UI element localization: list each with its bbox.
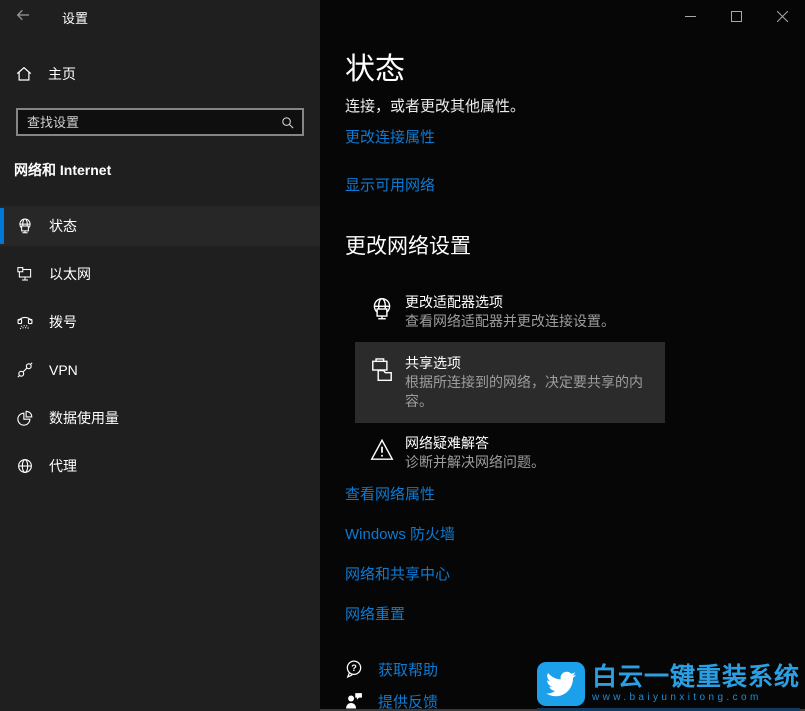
setting-item-change-adapter-options[interactable]: 更改适配器选项 查看网络适配器并更改连接设置。 bbox=[345, 290, 805, 334]
link-network-reset[interactable]: 网络重置 bbox=[345, 606, 805, 624]
section-heading: 更改网络设置 bbox=[345, 235, 805, 258]
proxy-globe-icon bbox=[16, 457, 34, 475]
sidebar-item-label: 代理 bbox=[49, 456, 77, 476]
link-network-sharing-center[interactable]: 网络和共享中心 bbox=[345, 566, 805, 584]
watermark-title: 白云一键重装系统 bbox=[592, 664, 800, 691]
settings-window: 设置 主页 网络和 Internet bbox=[0, 0, 805, 711]
back-button[interactable] bbox=[0, 0, 46, 34]
bottom-links: 查看网络属性 Windows 防火墙 网络和共享中心 网络重置 bbox=[345, 486, 805, 624]
setting-title: 更改适配器选项 bbox=[405, 293, 615, 312]
search-input[interactable] bbox=[18, 115, 272, 130]
give-feedback-link[interactable]: 提供反馈 bbox=[344, 690, 438, 711]
adapter-globe-monitor-icon bbox=[369, 296, 395, 322]
setting-description: 根据所连接到的网络，决定要共享的内容。 bbox=[405, 373, 665, 411]
sidebar-item-label: VPN bbox=[49, 362, 78, 378]
sidebar: 设置 主页 网络和 Internet bbox=[0, 0, 320, 711]
search-icon[interactable] bbox=[272, 110, 302, 134]
watermark-overlay: 白云一键重装系统 www.baiyunxitong.com bbox=[537, 662, 800, 711]
setting-item-network-troubleshooter[interactable]: 网络疑难解答 诊断并解决网络问题。 bbox=[345, 431, 805, 475]
dialup-phone-icon bbox=[16, 313, 34, 331]
sidebar-item-dialup[interactable]: 拨号 bbox=[0, 302, 320, 342]
page-subtitle: 连接，或者更改其他属性。 bbox=[345, 98, 805, 115]
page-title: 状态 bbox=[345, 55, 805, 85]
app-title: 设置 bbox=[62, 8, 88, 27]
get-help-label: 获取帮助 bbox=[378, 659, 438, 680]
sidebar-item-data-usage[interactable]: 数据使用量 bbox=[0, 398, 320, 438]
search-box bbox=[16, 108, 304, 136]
sidebar-titlebar: 设置 bbox=[0, 0, 320, 34]
globe-monitor-icon bbox=[16, 217, 34, 235]
get-help-link[interactable]: ? 获取帮助 bbox=[344, 658, 438, 680]
window-controls bbox=[667, 0, 805, 32]
twitter-bird-icon bbox=[537, 662, 585, 706]
sidebar-item-ethernet[interactable]: 以太网 bbox=[0, 254, 320, 294]
setting-description: 诊断并解决网络问题。 bbox=[405, 453, 545, 472]
main-area: 状态 连接，或者更改其他属性。 更改连接属性 显示可用网络 更改网络设置 bbox=[320, 55, 805, 624]
sharing-printer-folder-icon bbox=[369, 357, 395, 383]
link-change-connection-properties[interactable]: 更改连接属性 bbox=[345, 129, 805, 147]
link-windows-firewall[interactable]: Windows 防火墙 bbox=[345, 526, 805, 544]
setting-title: 共享选项 bbox=[405, 354, 665, 373]
sidebar-item-vpn[interactable]: VPN bbox=[0, 350, 320, 390]
maximize-button[interactable] bbox=[713, 0, 759, 32]
link-show-available-networks[interactable]: 显示可用网络 bbox=[345, 177, 805, 195]
sidebar-item-home[interactable]: 主页 bbox=[0, 56, 320, 92]
sidebar-item-label: 以太网 bbox=[49, 264, 91, 284]
setting-item-sharing-options[interactable]: 共享选项 根据所连接到的网络，决定要共享的内容。 bbox=[355, 342, 665, 423]
sidebar-nav: 状态 以太网 bbox=[0, 206, 320, 486]
feedback-person-icon bbox=[344, 691, 364, 711]
link-view-network-properties[interactable]: 查看网络属性 bbox=[345, 486, 805, 504]
watermark-url: www.baiyunxitong.com bbox=[592, 692, 800, 704]
sidebar-item-label: 状态 bbox=[49, 216, 77, 236]
minimize-button[interactable] bbox=[667, 0, 713, 32]
help-bubble-icon: ? bbox=[344, 659, 364, 679]
home-icon bbox=[15, 65, 33, 83]
svg-text:?: ? bbox=[351, 663, 357, 673]
close-button[interactable] bbox=[759, 0, 805, 32]
arrow-left-icon bbox=[15, 7, 31, 28]
sidebar-item-proxy[interactable]: 代理 bbox=[0, 446, 320, 486]
data-usage-pie-icon bbox=[16, 409, 34, 427]
settings-list: 更改适配器选项 查看网络适配器并更改连接设置。 共享选项 根 bbox=[345, 290, 805, 475]
sidebar-item-status[interactable]: 状态 bbox=[0, 206, 320, 246]
sidebar-home-label: 主页 bbox=[48, 64, 76, 84]
warning-triangle-icon bbox=[369, 437, 395, 463]
setting-description: 查看网络适配器并更改连接设置。 bbox=[405, 312, 615, 331]
content-pane: 状态 连接，或者更改其他属性。 更改连接属性 显示可用网络 更改网络设置 bbox=[320, 0, 805, 711]
vpn-link-icon bbox=[16, 361, 34, 379]
ethernet-monitor-icon bbox=[16, 265, 34, 283]
give-feedback-label: 提供反馈 bbox=[378, 691, 438, 711]
setting-title: 网络疑难解答 bbox=[405, 434, 545, 453]
sidebar-section-title: 网络和 Internet bbox=[14, 162, 320, 179]
sidebar-item-label: 拨号 bbox=[49, 312, 77, 332]
sidebar-item-label: 数据使用量 bbox=[49, 408, 119, 428]
help-section: ? 获取帮助 提供反馈 bbox=[344, 658, 438, 711]
